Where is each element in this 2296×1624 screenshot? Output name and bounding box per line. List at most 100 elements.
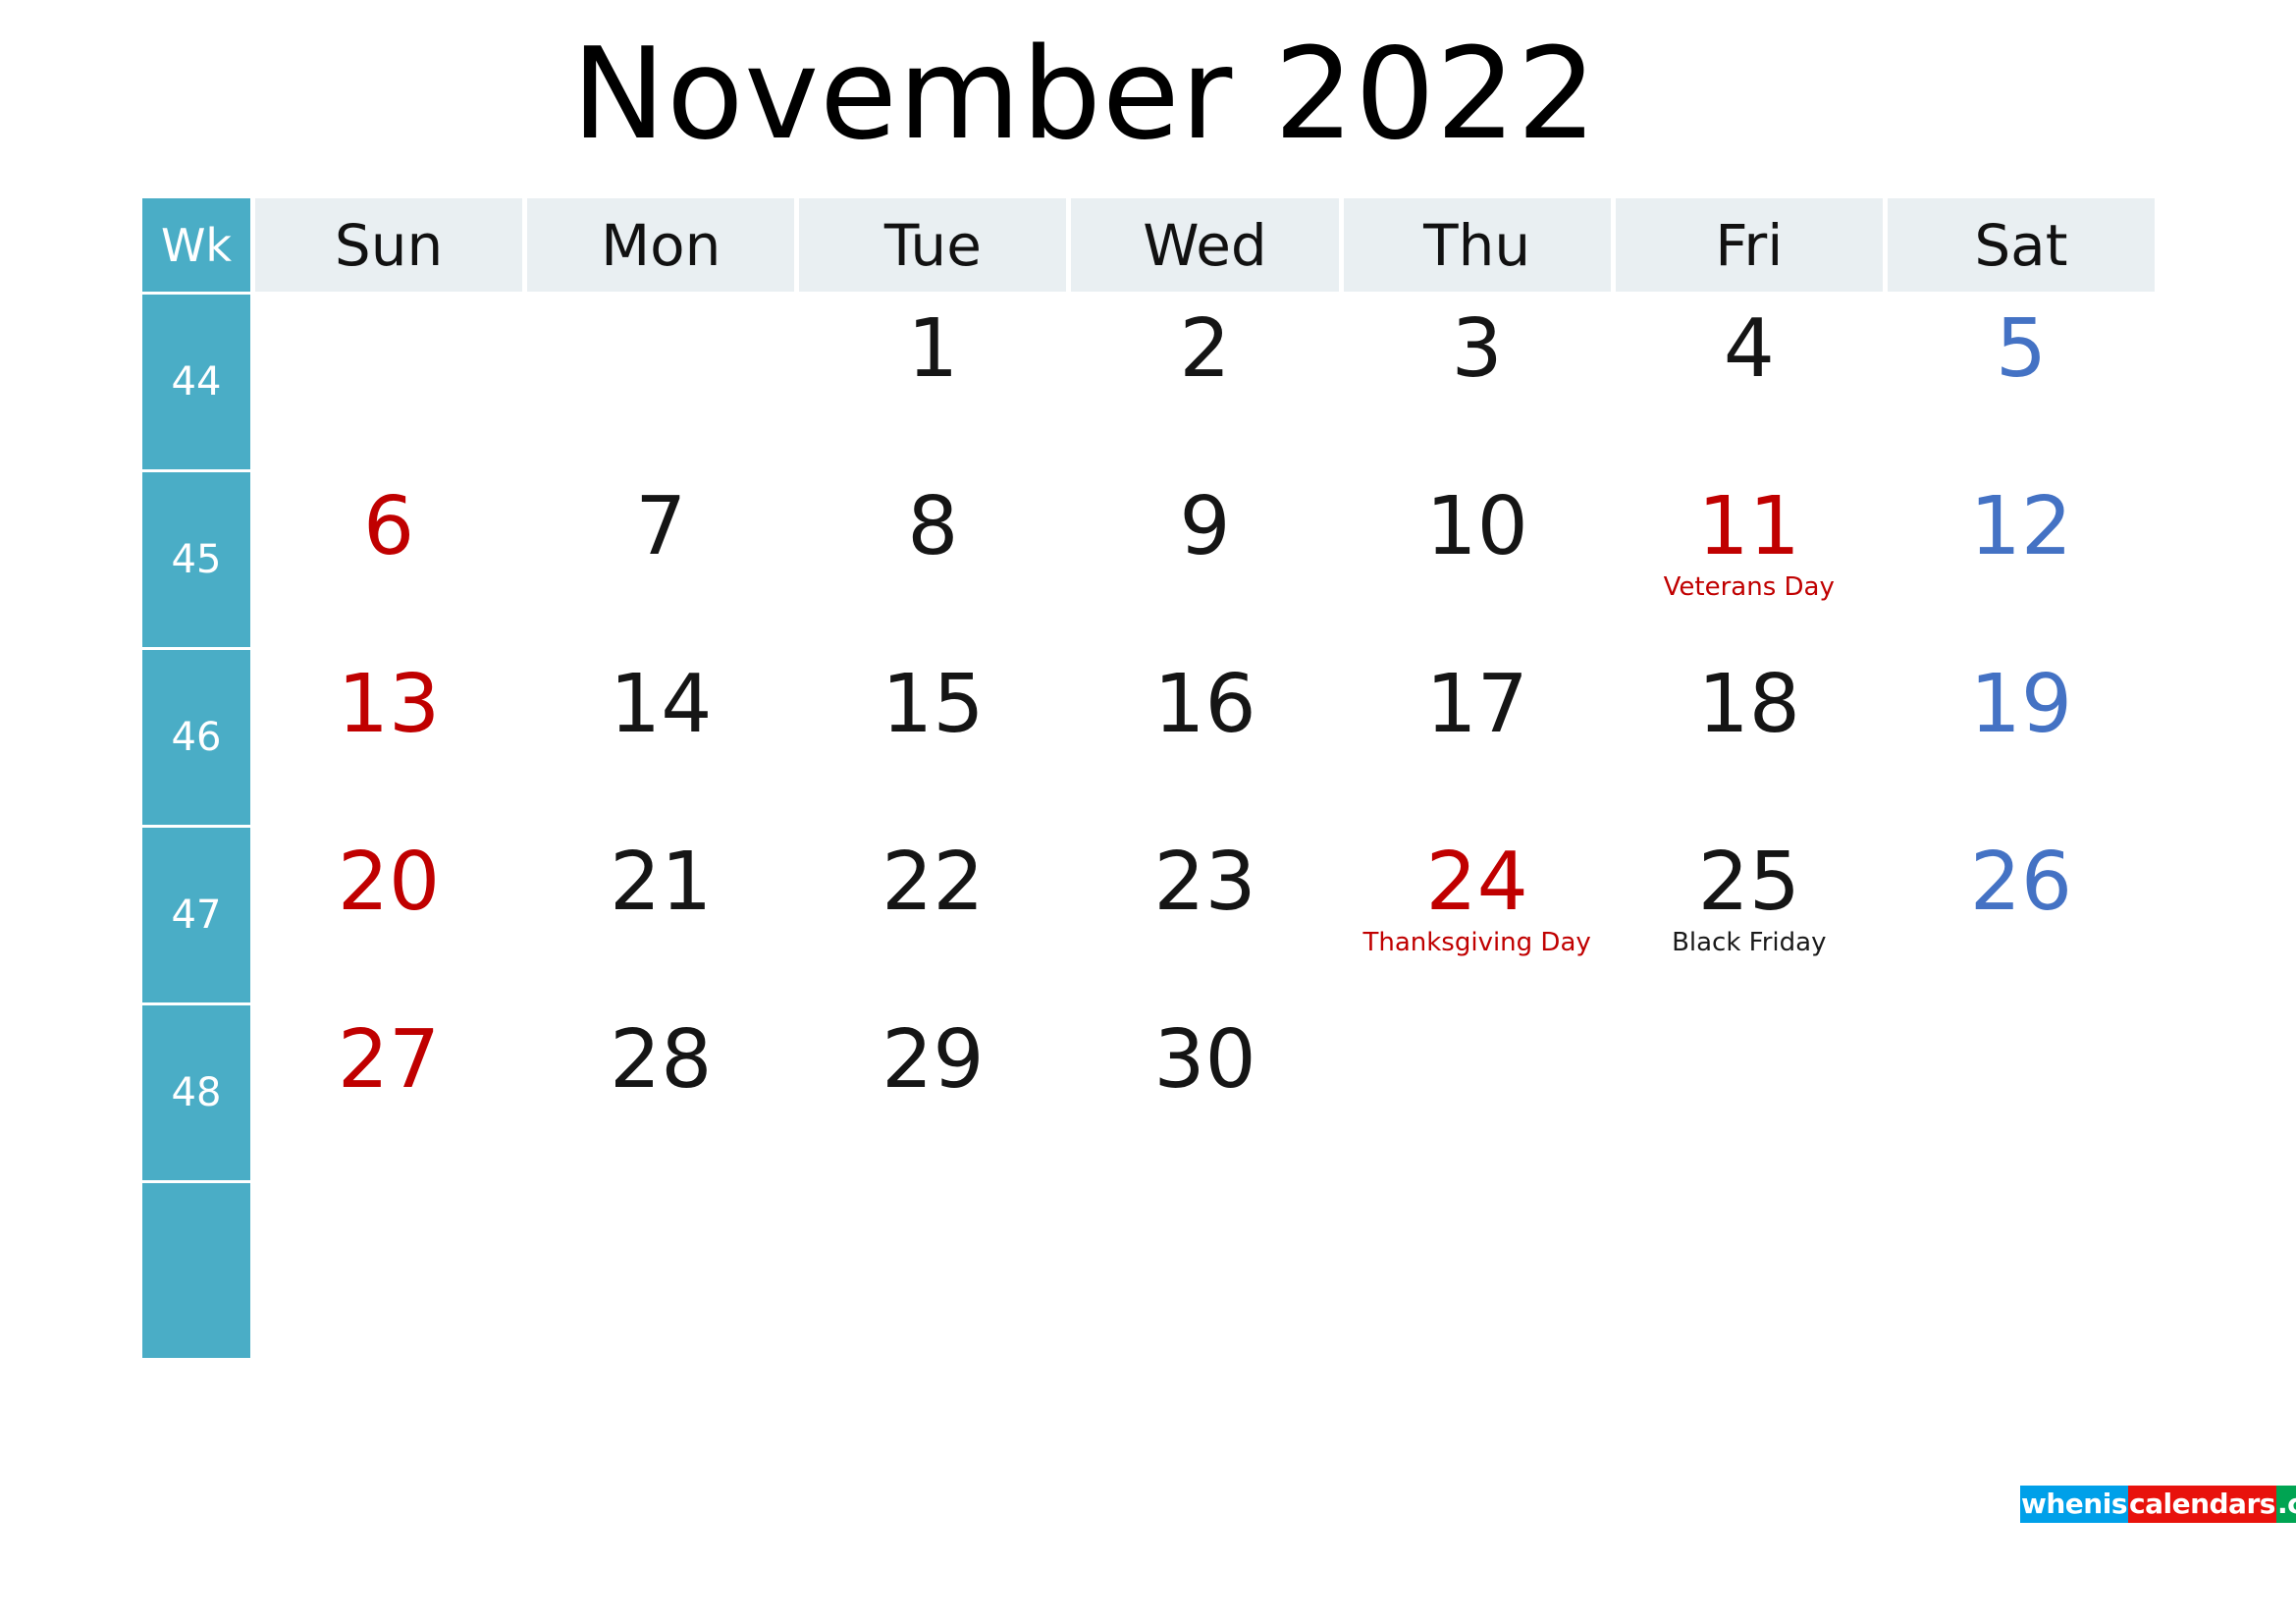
day-number: 22 — [881, 836, 985, 929]
watermark-logo[interactable]: whenis calendars .com — [2020, 1486, 2296, 1526]
week-number-cell: 44 — [142, 295, 250, 469]
day-number: 13 — [337, 658, 441, 751]
week-number-header: Wk — [142, 198, 250, 292]
day-number: 1 — [907, 302, 959, 396]
day-cell-fri[interactable]: 18 — [1615, 650, 1883, 825]
week-row: 45 6 7 8 9 10 11 Veterans Day 12 — [142, 472, 2155, 647]
day-number: 27 — [337, 1013, 441, 1107]
day-cell-wed[interactable]: 23 — [1071, 828, 1339, 1002]
day-number: 30 — [1153, 1013, 1256, 1107]
day-number: 9 — [1179, 480, 1231, 573]
calendar-body: 44 1 2 3 4 5 45 6 7 8 9 10 11 Veterans Day 12 46 13 14 15 1… — [142, 295, 2155, 1358]
day-cell-sun[interactable]: 20 — [255, 828, 523, 1002]
day-number: 2 — [1179, 302, 1231, 396]
day-number: 20 — [337, 836, 441, 929]
day-cell-mon[interactable]: 28 — [527, 1005, 795, 1180]
week-number-cell: 45 — [142, 472, 250, 647]
weekday-header-fri: Fri — [1615, 198, 1883, 292]
watermark-part-calendars: calendars — [2128, 1486, 2276, 1523]
day-cell-thu[interactable]: 10 — [1343, 472, 1611, 647]
day-cell-tue[interactable]: 1 — [799, 295, 1067, 469]
day-cell-sun — [255, 295, 523, 469]
day-cell-wed[interactable]: 2 — [1071, 295, 1339, 469]
day-number: 26 — [1969, 836, 2073, 929]
day-cell-tue[interactable]: 8 — [799, 472, 1067, 647]
week-row: 47 20 21 22 23 24 Thanksgiving Day 25 Black Frid… — [142, 828, 2155, 1002]
day-cell-sat — [1887, 1183, 2155, 1358]
day-number: 16 — [1153, 658, 1256, 751]
day-cell-sun — [255, 1183, 523, 1358]
calendar-grid: Wk Sun Mon Tue Wed Thu Fri Sat 44 1 2 3 4 5 45… — [142, 198, 2155, 1359]
day-cell-thu[interactable]: 3 — [1343, 295, 1611, 469]
page-title: November 2022 — [571, 22, 1598, 168]
day-number: 7 — [635, 480, 687, 573]
watermark-part-com: .com — [2275, 1486, 2296, 1523]
day-cell-tue[interactable]: 29 — [799, 1005, 1067, 1180]
weekday-header-thu: Thu — [1343, 198, 1611, 292]
day-number: 19 — [1969, 658, 2073, 751]
holiday-label: Veterans Day — [1663, 572, 1835, 602]
day-cell-wed[interactable]: 30 — [1071, 1005, 1339, 1180]
day-number: 21 — [610, 836, 713, 929]
day-cell-fri[interactable]: 11 Veterans Day — [1615, 472, 1883, 647]
day-number: 29 — [881, 1013, 985, 1107]
day-number: 23 — [1153, 836, 1256, 929]
day-cell-mon — [527, 1183, 795, 1358]
holiday-label: Black Friday — [1672, 928, 1827, 957]
weekday-header-sun: Sun — [255, 198, 523, 292]
day-number: 12 — [1969, 480, 2073, 573]
day-number: 5 — [1995, 302, 2047, 396]
day-cell-fri — [1615, 1183, 1883, 1358]
day-number: 6 — [362, 480, 415, 573]
day-cell-sun[interactable]: 13 — [255, 650, 523, 825]
day-cell-thu[interactable]: 17 — [1343, 650, 1611, 825]
day-cell-sun[interactable]: 27 — [255, 1005, 523, 1180]
weekday-header-sat: Sat — [1887, 198, 2155, 292]
day-cell-mon[interactable]: 21 — [527, 828, 795, 1002]
day-cell-sun[interactable]: 6 — [255, 472, 523, 647]
watermark-part-whenis: whenis — [2020, 1486, 2128, 1523]
day-cell-fri[interactable]: 4 — [1615, 295, 1883, 469]
day-cell-sat[interactable]: 12 — [1887, 472, 2155, 647]
day-number: 15 — [881, 658, 985, 751]
day-cell-wed[interactable]: 9 — [1071, 472, 1339, 647]
day-cell-fri — [1615, 1005, 1883, 1180]
weekday-header-tue: Tue — [799, 198, 1067, 292]
week-number-cell: 47 — [142, 828, 250, 1002]
day-cell-mon[interactable]: 14 — [527, 650, 795, 825]
weekday-header-mon: Mon — [527, 198, 795, 292]
day-cell-thu — [1343, 1183, 1611, 1358]
day-cell-fri[interactable]: 25 Black Friday — [1615, 828, 1883, 1002]
day-cell-wed[interactable]: 16 — [1071, 650, 1339, 825]
day-cell-tue[interactable]: 22 — [799, 828, 1067, 1002]
day-cell-sat[interactable]: 19 — [1887, 650, 2155, 825]
day-cell-sat[interactable]: 5 — [1887, 295, 2155, 469]
week-number-cell: 46 — [142, 650, 250, 825]
day-number: 18 — [1697, 658, 1800, 751]
week-row: 48 27 28 29 30 — [142, 1005, 2155, 1180]
week-number-cell — [142, 1183, 250, 1358]
day-number: 17 — [1425, 658, 1528, 751]
day-cell-tue — [799, 1183, 1067, 1358]
day-cell-wed — [1071, 1183, 1339, 1358]
day-number: 25 — [1697, 836, 1800, 929]
weekday-header-wed: Wed — [1071, 198, 1339, 292]
day-number: 4 — [1723, 302, 1775, 396]
week-number-cell: 48 — [142, 1005, 250, 1180]
day-cell-thu[interactable]: 24 Thanksgiving Day — [1343, 828, 1611, 1002]
day-number: 11 — [1697, 480, 1800, 573]
weekday-header-row: Wk Sun Mon Tue Wed Thu Fri Sat — [142, 198, 2155, 292]
day-cell-mon — [527, 295, 795, 469]
week-row: 44 1 2 3 4 5 — [142, 295, 2155, 469]
day-cell-sat[interactable]: 26 — [1887, 828, 2155, 1002]
day-number: 8 — [907, 480, 959, 573]
day-number: 28 — [610, 1013, 713, 1107]
week-row — [142, 1183, 2155, 1358]
day-number: 3 — [1451, 302, 1503, 396]
day-number: 14 — [610, 658, 713, 751]
day-number: 10 — [1425, 480, 1528, 573]
day-cell-tue[interactable]: 15 — [799, 650, 1067, 825]
week-row: 46 13 14 15 16 17 18 19 — [142, 650, 2155, 825]
day-cell-mon[interactable]: 7 — [527, 472, 795, 647]
day-cell-sat — [1887, 1005, 2155, 1180]
